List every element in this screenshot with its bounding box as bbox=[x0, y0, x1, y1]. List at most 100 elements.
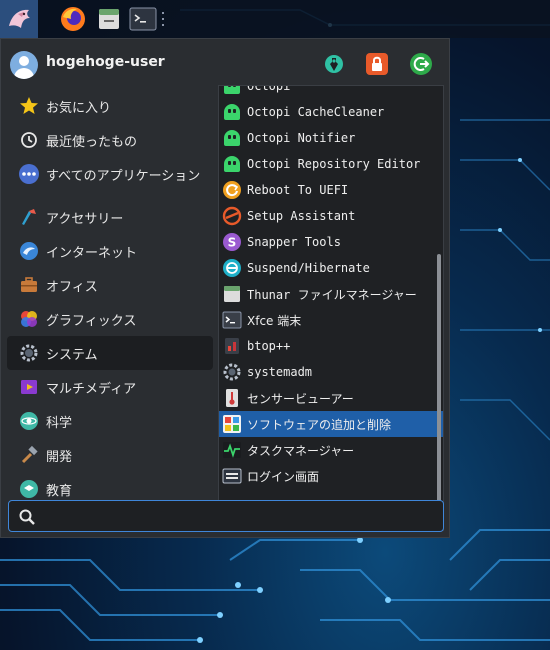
category-label: システム bbox=[46, 347, 98, 363]
category-recent[interactable]: 最近使ったもの bbox=[7, 123, 213, 157]
category-label: 科学 bbox=[46, 415, 73, 431]
snapper-icon: S bbox=[222, 232, 242, 252]
category-office[interactable]: オフィス bbox=[7, 268, 213, 302]
octopi-icon bbox=[222, 128, 242, 148]
application-list-scrollbar[interactable] bbox=[437, 254, 441, 522]
avatar[interactable] bbox=[10, 51, 38, 79]
search-icon bbox=[18, 508, 36, 526]
app-octopi-cachecleaner[interactable]: Octopi CacheCleaner bbox=[219, 99, 443, 125]
top-panel bbox=[0, 0, 550, 38]
app-octopi[interactable]: Octopi bbox=[219, 85, 443, 99]
app-xfce-terminal[interactable]: Xfce 端末 bbox=[219, 307, 443, 333]
application-list[interactable]: Octopi Octopi CacheCleaner Octopi Notifi… bbox=[218, 85, 444, 531]
category-internet[interactable]: インターネット bbox=[7, 234, 213, 268]
graphics-icon bbox=[18, 308, 40, 330]
search-input[interactable] bbox=[43, 506, 433, 526]
firefox-launcher[interactable] bbox=[54, 0, 92, 38]
app-label: Reboot To UEFI bbox=[247, 183, 349, 197]
app-btop[interactable]: btop++ bbox=[219, 333, 443, 359]
gear-icon bbox=[18, 342, 40, 364]
category-label: すべてのアプリケーション bbox=[46, 168, 201, 184]
category-label: インターネット bbox=[46, 245, 138, 261]
software-icon bbox=[222, 414, 242, 434]
app-label: タスクマネージャー bbox=[247, 443, 355, 458]
lock-icon bbox=[372, 56, 382, 71]
logout-button[interactable] bbox=[410, 53, 432, 75]
app-systemadm[interactable]: systemadm bbox=[219, 359, 443, 385]
category-label: 教育 bbox=[46, 483, 73, 499]
app-thunar[interactable]: Thunar ファイルマネージャー bbox=[219, 281, 443, 307]
app-setup-assistant[interactable]: Setup Assistant bbox=[219, 203, 443, 229]
clock-icon bbox=[18, 129, 40, 151]
taskmanager-icon bbox=[222, 440, 242, 460]
app-label: ログイン画面 bbox=[247, 469, 320, 484]
app-label: btop++ bbox=[247, 339, 291, 353]
app-snapper-tools[interactable]: S Snapper Tools bbox=[219, 229, 443, 255]
category-label: グラフィックス bbox=[46, 313, 137, 329]
app-add-remove-software[interactable]: ソフトウェアの追加と削除 bbox=[219, 411, 443, 437]
app-reboot-to-uefi[interactable]: Reboot To UEFI bbox=[219, 177, 443, 203]
terminal-icon bbox=[222, 310, 242, 330]
username: hogehoge-user bbox=[46, 54, 165, 70]
app-task-manager[interactable]: タスクマネージャー bbox=[219, 437, 443, 463]
education-icon bbox=[18, 478, 40, 500]
category-label: お気に入り bbox=[46, 100, 112, 116]
lock-screen-button[interactable] bbox=[366, 53, 388, 75]
app-octopi-repository-editor[interactable]: Octopi Repository Editor bbox=[219, 151, 443, 177]
app-label: センサービューアー bbox=[247, 391, 354, 406]
app-label: Setup Assistant bbox=[247, 209, 356, 223]
star-icon bbox=[18, 95, 40, 117]
category-label: オフィス bbox=[46, 279, 98, 295]
app-suspend-hibernate[interactable]: Suspend/Hibernate bbox=[219, 255, 443, 281]
app-label: ソフトウェアの追加と削除 bbox=[247, 417, 392, 432]
search-box[interactable] bbox=[8, 500, 444, 532]
category-label: 最近使ったもの bbox=[46, 134, 138, 150]
thermometer-icon bbox=[222, 388, 242, 408]
app-label: Thunar ファイルマネージャー bbox=[247, 287, 417, 302]
category-list: お気に入り 最近使ったもの すべてのアプリケーション アクセサリー インターネッ… bbox=[7, 89, 213, 506]
category-development[interactable]: 開発 bbox=[7, 438, 213, 472]
octopi-icon bbox=[222, 102, 242, 122]
panel-separator bbox=[162, 12, 168, 26]
terminal-icon bbox=[129, 7, 157, 31]
svg-text:S: S bbox=[228, 236, 237, 250]
app-login-screen[interactable]: ログイン画面 bbox=[219, 463, 443, 489]
app-label: systemadm bbox=[247, 365, 313, 379]
category-graphics[interactable]: グラフィックス bbox=[7, 302, 213, 336]
accessories-icon bbox=[18, 206, 40, 228]
file-manager-launcher[interactable] bbox=[90, 0, 128, 38]
app-label: Snapper Tools bbox=[247, 235, 341, 249]
settings-button[interactable] bbox=[323, 53, 345, 75]
app-label: Octopi Notifier bbox=[247, 131, 356, 145]
app-sensor-viewer[interactable]: センサービューアー bbox=[219, 385, 443, 411]
category-favorites[interactable]: お気に入り bbox=[7, 89, 213, 123]
category-label: アクセサリー bbox=[46, 211, 124, 227]
category-label: 開発 bbox=[46, 449, 73, 465]
systemadm-icon bbox=[222, 362, 242, 382]
category-science[interactable]: 科学 bbox=[7, 404, 213, 438]
hammer-icon bbox=[18, 444, 40, 466]
app-label: Octopi CacheCleaner bbox=[247, 105, 385, 119]
app-label: Suspend/Hibernate bbox=[247, 261, 370, 275]
category-system[interactable]: システム bbox=[7, 336, 213, 370]
category-accessories[interactable]: アクセサリー bbox=[7, 200, 213, 234]
app-label: Octopi bbox=[247, 85, 291, 93]
octopi-icon bbox=[222, 154, 242, 174]
setup-icon bbox=[222, 206, 242, 226]
category-all-applications[interactable]: すべてのアプリケーション bbox=[7, 157, 213, 191]
file-manager-icon bbox=[99, 9, 119, 29]
btop-icon bbox=[222, 336, 242, 356]
menu-header: hogehoge-user bbox=[1, 39, 451, 89]
science-icon bbox=[18, 410, 40, 432]
app-label: Xfce 端末 bbox=[247, 313, 302, 328]
app-label: Octopi Repository Editor bbox=[247, 157, 421, 171]
whisker-menu-button[interactable] bbox=[0, 0, 38, 38]
app-octopi-notifier[interactable]: Octopi Notifier bbox=[219, 125, 443, 151]
category-label: マルチメディア bbox=[46, 381, 137, 397]
multimedia-icon bbox=[18, 376, 40, 398]
octopi-icon bbox=[222, 86, 242, 96]
category-multimedia[interactable]: マルチメディア bbox=[7, 370, 213, 404]
firefox-icon bbox=[61, 7, 85, 31]
terminal-launcher[interactable] bbox=[124, 0, 162, 38]
whisker-menu: hogehoge-user お気に入り 最近使ったもの すべてのアプリケーション… bbox=[0, 38, 450, 538]
